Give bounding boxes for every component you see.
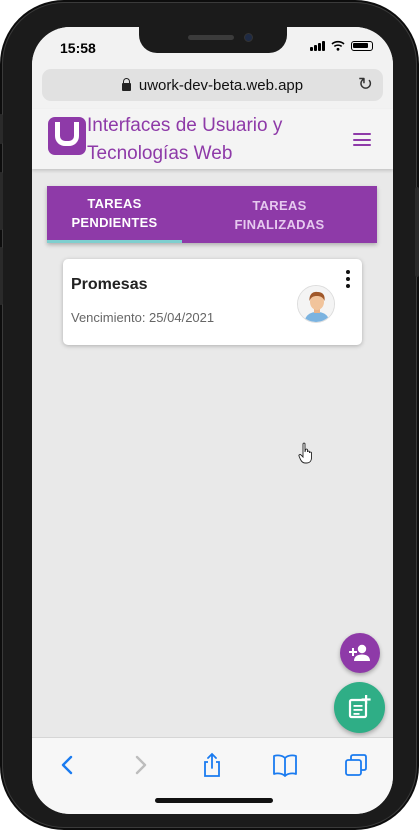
bookmarks-icon[interactable] [272,752,298,778]
user-avatar-icon [297,285,335,323]
add-task-button[interactable] [334,682,385,733]
more-options-icon[interactable] [346,270,350,288]
power-button [415,187,419,277]
status-icons [310,40,373,51]
notch [139,27,287,53]
url-text: uwork-dev-beta.web.app [138,76,304,94]
task-title: Promesas [71,276,148,293]
wifi-icon [331,40,345,51]
tabs-icon[interactable] [343,752,369,778]
task-tabs: TAREAS PENDIENTES TAREAS FINALIZADAS [47,186,377,243]
cellular-signal-icon [310,40,325,51]
hand-cursor-icon [298,442,312,464]
app-header: Interfaces de Usuario y Tecnologías Web [32,109,393,169]
phone-screen: 15:58 uwork-dev-beta.web.app ↻ Interface… [32,27,393,814]
person-add-icon [349,644,370,661]
speaker-grille [188,35,234,40]
home-indicator[interactable] [155,798,273,803]
add-user-button[interactable] [340,633,380,673]
note-add-icon [348,695,371,719]
tab-pending-tasks[interactable]: TAREAS PENDIENTES [47,186,182,243]
forward-icon[interactable] [127,752,153,778]
task-card[interactable]: Promesas Vencimiento: 25/04/2021 [63,259,362,345]
tab-finished-tasks-label: TAREAS FINALIZADAS [234,197,325,232]
tab-finished-tasks[interactable]: TAREAS FINALIZADAS [182,186,377,243]
hamburger-menu-icon[interactable] [353,133,371,146]
lock-icon [121,77,131,91]
reload-icon[interactable]: ↻ [358,75,373,93]
task-due-date: Vencimiento: 25/04/2021 [71,310,215,325]
back-icon[interactable] [55,752,81,778]
logo-u-mark [55,122,79,146]
battery-icon [351,40,373,51]
volume-up-button [0,172,3,230]
app-logo[interactable] [48,117,86,155]
volume-down-button [0,247,3,305]
address-bar[interactable]: uwork-dev-beta.web.app ↻ [42,69,383,101]
app-title: Interfaces de Usuario y Tecnologías Web [87,115,283,164]
front-camera [244,33,253,42]
silent-switch [0,114,3,144]
browser-address-area: uwork-dev-beta.web.app ↻ [32,65,393,109]
phone-frame: 15:58 uwork-dev-beta.web.app ↻ Interface… [0,2,419,828]
share-icon[interactable] [199,752,225,778]
status-time: 15:58 [60,40,96,56]
